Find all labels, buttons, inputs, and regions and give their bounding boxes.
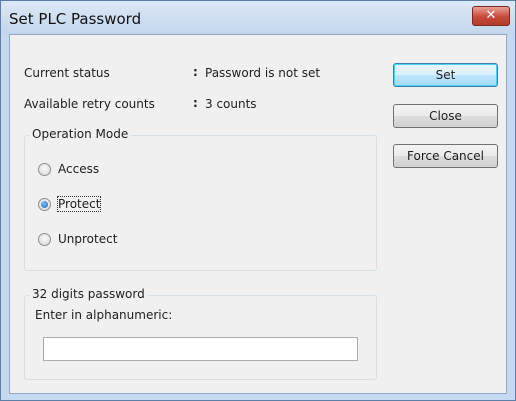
retry-count-value: 3 counts [205,97,257,111]
password-group-title: 32 digits password [29,287,148,301]
operation-mode-title: Operation Mode [29,127,132,141]
current-status-value: Password is not set [205,66,321,80]
window-title: Set PLC Password [9,10,142,28]
force-cancel-button[interactable]: Force Cancel [393,144,498,168]
unprotect-radio[interactable] [38,233,51,246]
window-close-button[interactable]: ✕ [472,6,510,26]
title-bar[interactable]: Set PLC Password ✕ [1,1,515,34]
retry-count-label: Available retry counts [24,97,155,111]
password-input[interactable] [43,337,358,361]
dialog-body: Current status : Password is not set Ava… [9,34,507,394]
retry-count-separator: : [193,96,198,110]
protect-radio[interactable] [38,198,51,211]
close-icon: ✕ [485,8,497,23]
current-status-separator: : [193,65,198,79]
close-button[interactable]: Close [393,104,498,128]
set-button[interactable]: Set [393,63,498,87]
current-status-label: Current status [24,66,110,80]
password-prompt: Enter in alphanumeric: [35,308,173,322]
dialog-window: Set PLC Password ✕ Current status : Pass… [0,0,516,401]
protect-radio-label[interactable]: Protect [56,196,102,212]
access-radio-label[interactable]: Access [58,162,99,176]
access-radio[interactable] [38,163,51,176]
unprotect-radio-label[interactable]: Unprotect [58,232,117,246]
